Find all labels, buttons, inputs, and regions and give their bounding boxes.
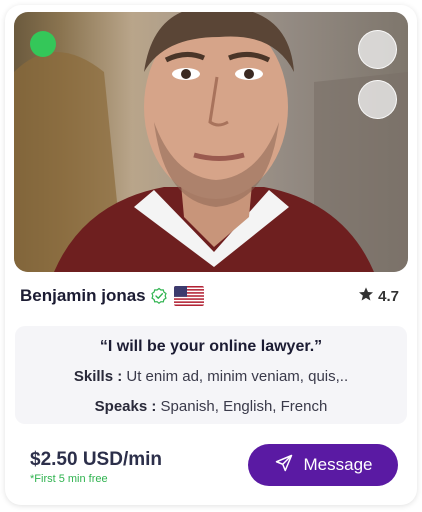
message-button-label: Message <box>303 455 373 474</box>
speaks-value: Spanish, English, French <box>160 398 328 415</box>
send-icon <box>274 453 294 477</box>
star-icon <box>358 286 374 306</box>
portrait-illustration <box>14 12 408 272</box>
name-row: Benjamin jonas <box>20 283 204 309</box>
speaks-line: Speaks : Spanish, English, French <box>15 398 407 415</box>
verified-icon <box>150 287 168 305</box>
message-button[interactable]: Message <box>248 444 398 486</box>
rating: 4.7 <box>358 285 399 307</box>
skills-label: Skills : <box>73 368 123 385</box>
skills-line: Skills : Ut enim ad, minim veniam, quis,… <box>15 368 407 385</box>
favorite-button[interactable] <box>358 30 397 69</box>
online-status-indicator <box>30 31 56 57</box>
profile-photo[interactable] <box>14 12 408 272</box>
free-minutes-note: *First 5 min free <box>30 473 108 485</box>
share-button[interactable] <box>358 80 397 119</box>
tagline: “I will be your online lawyer.” <box>99 338 323 355</box>
rating-value: 4.7 <box>378 287 399 305</box>
price: $2.50 USD/min <box>30 449 162 470</box>
speaks-label: Speaks : <box>94 398 157 415</box>
us-flag-icon <box>173 286 204 306</box>
profile-info-box: “I will be your online lawyer.” Skills :… <box>15 326 407 424</box>
profile-name[interactable]: Benjamin jonas <box>20 286 146 306</box>
profile-card: Benjamin jonas 4.7 “I will be your onlin… <box>5 5 417 505</box>
skills-value: Ut enim ad, minim veniam, quis,.. <box>126 368 349 385</box>
